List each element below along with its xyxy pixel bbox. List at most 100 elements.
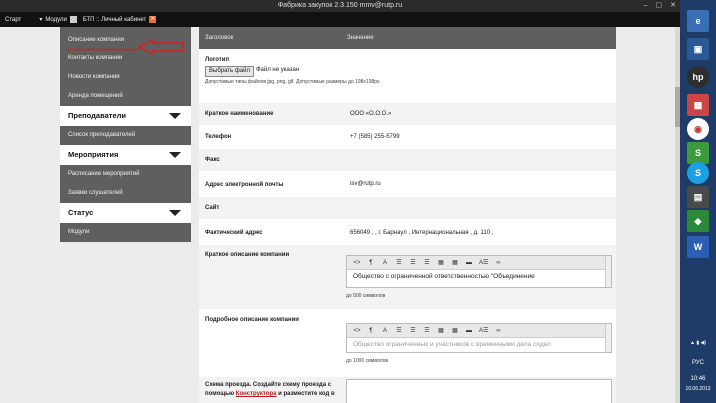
- row-logo: Логотип Выбрать файл Файл не указан Допу…: [199, 49, 616, 97]
- route-scheme-text-end: и разместите код в: [276, 391, 335, 397]
- modules-menu-label: Модули: [45, 16, 67, 23]
- editor-scrollbar[interactable]: [605, 324, 611, 352]
- terminal-icon[interactable]: ▤: [687, 186, 709, 208]
- language-indicator[interactable]: РУС: [680, 360, 716, 366]
- table-icon[interactable]: ▬: [465, 328, 473, 334]
- route-scheme-code-input[interactable]: [346, 379, 612, 403]
- constructor-link[interactable]: Конструктора: [236, 391, 277, 397]
- green-app-icon[interactable]: S: [687, 142, 709, 164]
- window-icon: [69, 16, 77, 23]
- email-value[interactable]: isv@rutp.ru: [350, 181, 381, 187]
- chevron-down-icon: ▾: [39, 17, 43, 23]
- ordered-list-icon[interactable]: ☰: [409, 327, 417, 334]
- red-underline-annotation: [66, 48, 138, 51]
- full-description-label: Подробное описание компании: [205, 317, 299, 323]
- text-format-icon[interactable]: A: [381, 328, 389, 334]
- align-icon[interactable]: ☰: [423, 327, 431, 334]
- full-description-editor[interactable]: <> ¶ A ☰ ☰ ☰ ▦ ▦ ▬ A☰ ∞ Общество огранич…: [346, 323, 612, 353]
- sidebar-item-label: Новости компании: [68, 74, 120, 80]
- short-description-text[interactable]: Общество с ограниченной ответственностью…: [347, 270, 611, 284]
- paragraph-icon[interactable]: ¶: [367, 328, 375, 334]
- short-name-value[interactable]: ООО «О.О.О.»: [350, 111, 391, 117]
- window-title: Фабрика закупок 2.3.150 mmv@rutp.ru: [277, 2, 403, 9]
- sidebar-item-teachers-list[interactable]: Список преподавателей: [60, 126, 191, 145]
- short-description-editor[interactable]: <> ¶ A ☰ ☰ ☰ ▦ ▦ ▬ A☰ ∞ Общество с огран…: [346, 255, 612, 288]
- image-icon[interactable]: ▦: [437, 327, 445, 334]
- maximize-button[interactable]: ▢: [656, 0, 663, 12]
- sidebar-item-company-news[interactable]: Новости компании: [60, 68, 191, 87]
- sidebar-item-label: Аренда помещений: [68, 93, 123, 99]
- sidebar-item-modules[interactable]: Модули: [60, 223, 191, 242]
- paragraph-icon[interactable]: ¶: [367, 260, 375, 266]
- site-label: Сайт: [205, 205, 220, 211]
- source-code-icon[interactable]: <>: [353, 328, 361, 334]
- full-description-text[interactable]: Общество ограниченных и участников с вре…: [347, 338, 611, 352]
- clock-date[interactable]: 10.06.2013: [680, 386, 716, 392]
- unordered-list-icon[interactable]: ☰: [395, 327, 403, 334]
- row-fax: Факс: [199, 149, 616, 171]
- link-icon[interactable]: ∞: [494, 260, 502, 266]
- short-name-label: Краткое наименование: [205, 111, 274, 117]
- full-description-counter: до 1000 символов: [346, 358, 389, 364]
- row-site: Сайт: [199, 197, 616, 219]
- text-format-icon[interactable]: A: [381, 260, 389, 266]
- editor-toolbar: <> ¶ A ☰ ☰ ☰ ▦ ▦ ▬ A☰ ∞: [347, 256, 611, 270]
- network-app-icon[interactable]: ◆: [687, 210, 709, 232]
- sidebar-item-events-schedule[interactable]: Расписание мероприятий: [60, 165, 191, 184]
- hp-icon[interactable]: hp: [687, 66, 709, 88]
- tab-personal-cabinet[interactable]: БТП :: Личный кабинет ✕: [82, 16, 157, 23]
- phone-label: Телефон: [205, 134, 232, 140]
- ordered-list-icon[interactable]: ☰: [409, 259, 417, 266]
- clock-time[interactable]: 10:46: [680, 376, 716, 382]
- close-button[interactable]: ✕: [670, 0, 676, 12]
- sidebar-item-label: Описание компании: [68, 37, 125, 43]
- alignment-icon[interactable]: A☰: [479, 327, 488, 334]
- image-icon[interactable]: ▦: [437, 259, 445, 266]
- sidebar-item-label: Заявки слушателей: [68, 190, 123, 196]
- choose-file-button[interactable]: Выбрать файл: [205, 66, 254, 77]
- video-icon[interactable]: ▦: [451, 327, 459, 334]
- link-icon[interactable]: ∞: [494, 328, 502, 334]
- tab-label: БТП :: Личный кабинет: [82, 16, 147, 23]
- tab-close-icon[interactable]: ✕: [149, 16, 157, 23]
- folder-icon[interactable]: ▣: [687, 38, 709, 60]
- editor-toolbar: <> ¶ A ☰ ☰ ☰ ▦ ▦ ▬ A☰ ∞: [347, 324, 611, 338]
- modules-menu[interactable]: ▾ Модули: [39, 16, 77, 23]
- collapse-triangle-icon: [169, 152, 181, 158]
- alignment-icon[interactable]: A☰: [479, 259, 488, 266]
- collapse-triangle-icon: [169, 210, 181, 216]
- chrome-icon[interactable]: ◉: [687, 118, 709, 140]
- row-address: Фактический адрес 656049 , , г. Барнаул …: [199, 223, 616, 245]
- minimize-button[interactable]: –: [644, 0, 648, 12]
- ie-icon[interactable]: e: [687, 10, 709, 32]
- start-menu[interactable]: Старт: [5, 17, 21, 23]
- table-icon[interactable]: ▬: [465, 260, 473, 266]
- sidebar-section-teachers[interactable]: Преподаватели: [60, 106, 191, 126]
- sidebar-item-listener-requests[interactable]: Заявки слушателей: [60, 184, 191, 203]
- row-short-description: Краткое описание компании <> ¶ A ☰ ☰ ☰ ▦…: [199, 245, 616, 309]
- align-icon[interactable]: ☰: [423, 259, 431, 266]
- window-controls: – ▢ ✕: [644, 0, 676, 12]
- logo-hint: Допустимые типы файлов jpg, png, gif. До…: [205, 79, 380, 85]
- skype-icon[interactable]: S: [687, 162, 709, 184]
- sidebar-item-premises-rent[interactable]: Аренда помещений: [60, 87, 191, 106]
- sidebar-section-label: Преподаватели: [68, 111, 126, 120]
- column-header-title: Заголовок: [205, 35, 234, 41]
- sidebar-item-label: Список преподавателей: [68, 132, 136, 138]
- unordered-list-icon[interactable]: ☰: [395, 259, 403, 266]
- phone-value[interactable]: +7 (585) 255-5799: [350, 134, 400, 140]
- address-label: Фактический адрес: [205, 230, 263, 236]
- sidebar-section-status[interactable]: Статус: [60, 203, 191, 223]
- source-code-icon[interactable]: <>: [353, 260, 361, 266]
- sidebar-section-events[interactable]: Мероприятия: [60, 145, 191, 165]
- editor-scrollbar[interactable]: [605, 256, 611, 287]
- word-icon[interactable]: W: [687, 236, 709, 258]
- file-status: Файл не указан: [256, 67, 300, 73]
- windows-taskbar: e ▣ hp ▩ ◉ S S ▤ ◆ W ▲ ▮ ◀) РУС 10:46 10…: [680, 0, 716, 403]
- app-icon[interactable]: ▩: [687, 94, 709, 116]
- video-icon[interactable]: ▦: [451, 259, 459, 266]
- sidebar-section-label: Мероприятия: [68, 150, 119, 159]
- address-value[interactable]: 656049 , , г. Барнаул , Интернациональна…: [350, 230, 493, 236]
- sidebar-section-label: Статус: [68, 208, 94, 217]
- row-short-name: Краткое наименование ООО «О.О.О.»: [199, 103, 616, 125]
